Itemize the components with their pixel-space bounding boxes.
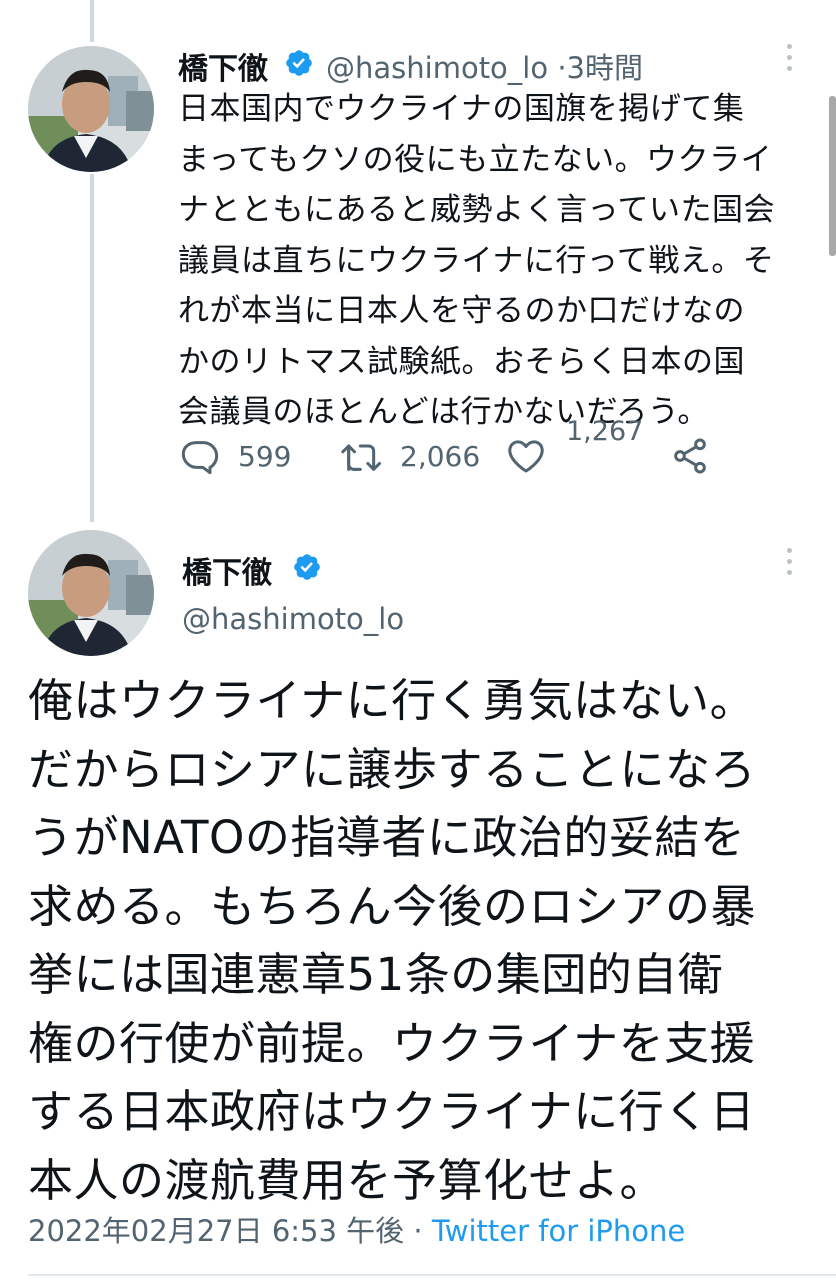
avatar[interactable] [28,530,154,656]
display-name[interactable]: 橋下徹 [178,44,268,88]
tweet-text-line: だからロシアに譲歩することになろ [28,742,757,796]
retweet-icon [341,444,381,471]
tweet-text-line: 本人の渡航費用を予算化せよ。 [28,1153,666,1207]
tweet-timestamp-row: 2022年02月27日 6:53 午後 · Twitter for iPhone [28,1208,685,1250]
share-icon [674,438,706,474]
handle[interactable]: @hashimoto_lo [182,602,404,636]
avatar-photo [28,530,154,656]
meta-separator: · [413,1214,423,1248]
tweet-text-line: 挙には国連憲章51条の集団的自衛 [28,948,724,1001]
reply-icon [181,441,219,475]
tweet-text: 俺はウクライナに行く勇気はない。 だからロシアに譲歩することになろ うがNATO… [28,667,818,1215]
tweet-text-line: ナとともにあると威勢よく言っていた国会 [178,192,775,228]
share-button[interactable] [670,436,710,476]
like-icon [508,440,544,473]
scrollbar[interactable] [829,96,836,256]
tweet-text-line: うがNATOの指導者に政治的妥結を [28,811,746,864]
meta-separator: · [557,51,567,85]
retweet-count: 2,066 [400,439,481,473]
tweet-text-line: 俺はウクライナに行く勇気はない。 [28,674,756,727]
tweet-text-line: 日本国内でウクライナの国旗を掲げて集 [178,91,745,127]
tweet-text-line: 議員は直ちにウクライナに行って戦え。そ [178,242,775,279]
tweet-text-line: まってもクソの役にも立たない。ウクライ [178,141,773,178]
relative-time[interactable]: 3時間 [567,51,643,85]
thread-connector-top [90,0,94,42]
avatar-photo [28,46,154,172]
tweet-timestamp[interactable]: 2022年02月27日 6:53 午後 [28,1214,404,1248]
tweet-text-line: する日本政府はウクライナに行く日 [28,1085,756,1138]
verified-badge-icon [294,554,320,580]
verified-badge-icon [286,50,312,76]
tweet-text-line: 権の行使が前提。ウクライナを支援 [28,1016,756,1070]
reply-count: 599 [238,439,292,473]
divider [28,1274,836,1276]
reply-button[interactable]: 599 [180,436,291,476]
tweet-text-line: れが本当に日本人を守るのか口だけなの [178,293,745,329]
tweet-source-link[interactable]: Twitter for iPhone [432,1214,685,1248]
more-vertical-icon[interactable] [784,548,794,584]
tweet-text: 日本国内でウクライナの国旗を掲げて集 まってもクソの役にも立たない。ウクライ ナ… [178,84,808,438]
more-vertical-icon[interactable] [784,44,794,80]
display-name[interactable]: 橋下徹 [182,548,272,592]
tweet-text-line: かのリトマス試験紙。おそらく日本の国 [178,343,745,380]
thread-connector [90,174,94,522]
tweet-text-line: 会議員のほとんどは行かないだろう。 [178,394,709,430]
retweet-button[interactable]: 2,066 [340,436,480,476]
like-count: 1,267 [566,416,644,447]
handle[interactable]: @hashimoto_lo [326,51,548,85]
tweet-text-line: 求める。もちろん今後のロシアの暴 [28,879,757,933]
avatar[interactable] [28,46,154,172]
tweet-meta: @hashimoto_lo ·3時間 [326,45,643,87]
like-button[interactable] [506,436,546,476]
